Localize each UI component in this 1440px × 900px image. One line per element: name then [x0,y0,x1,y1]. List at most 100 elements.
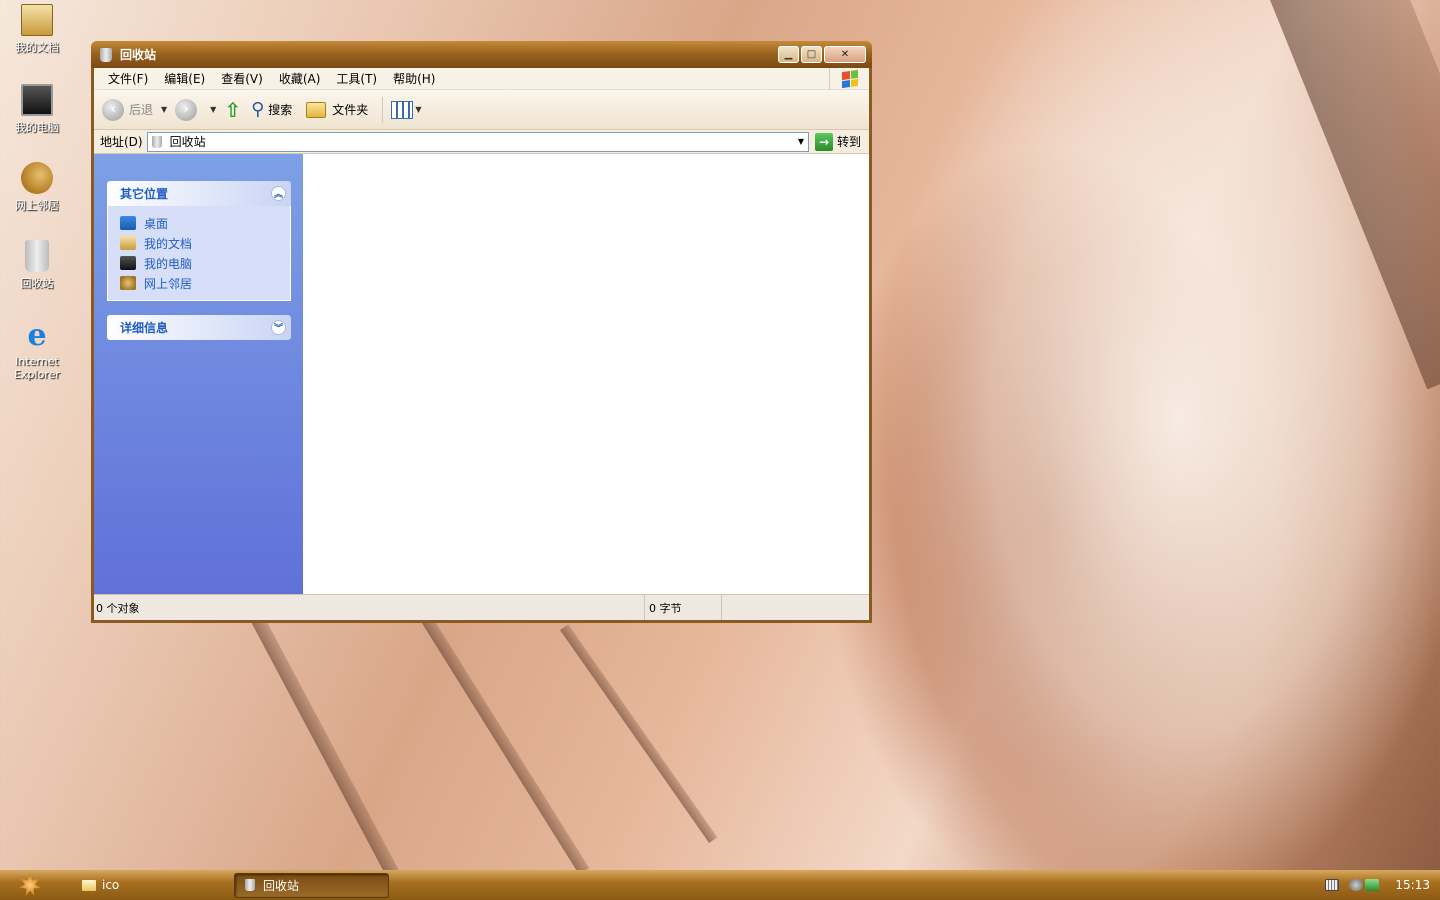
status-object-count: 0 个对象 [94,595,645,620]
link-my-computer[interactable]: 我的电脑 [120,253,290,273]
menu-bar: 文件(F) 编辑(E) 查看(V) 收藏(A) 工具(T) 帮助(H) [94,67,869,90]
start-button[interactable] [0,870,60,900]
taskbar: ico 回收站 15:13 [0,870,1440,900]
details-title: 详细信息 [120,321,169,335]
menu-favorites[interactable]: 收藏(A) [271,70,329,87]
views-dropdown-icon: ▼ [415,105,422,114]
standard-toolbar: ‹ 后退 ▼ › ▼ ⇧ ⚲ 搜索 文件夹 ▼ [94,90,869,130]
forward-button[interactable]: › [175,98,202,121]
desktop-icon-internet-explorer[interactable]: e Internet Explorer [8,318,66,382]
go-arrow-icon: → [814,132,833,151]
my-computer-icon [21,84,53,116]
collapse-icon[interactable]: ︽ [271,186,286,201]
windows-logo [829,67,869,90]
status-extra [722,595,869,620]
folder-icon [306,101,327,118]
quick-folder[interactable]: ico [82,878,232,892]
desktop-icon-my-documents[interactable]: 我的文档 [8,4,66,55]
status-size: 0 字节 [645,595,722,620]
desktop-icon-label: 我的文档 [15,41,59,54]
window-body: 文件(F) 编辑(E) 查看(V) 收藏(A) 工具(T) 帮助(H) ‹ 后退… [94,67,869,620]
other-places-header[interactable]: 其它位置 ︽ [107,181,291,206]
search-button[interactable]: ⚲ 搜索 [251,99,292,120]
desktop-icon [120,216,136,230]
close-button[interactable]: ✕ [824,46,866,63]
address-label: 地址(D) [100,135,143,149]
windows-flag-icon [841,69,858,88]
expand-icon[interactable]: ︾ [271,320,286,335]
recycle-bin-icon [100,47,112,62]
desktop-icon-label: 网上邻居 [15,199,59,212]
link-my-documents[interactable]: 我的文档 [120,233,290,253]
keyboard-icon[interactable] [1325,879,1340,891]
file-list-area[interactable] [303,154,869,596]
other-places-group: 其它位置 ︽ 桌面 我的文档 我的电脑 网上邻居 [107,181,291,301]
forward-arrow-icon: › [175,98,198,121]
folder-icon [82,879,96,891]
menu-edit[interactable]: 编辑(E) [156,70,213,87]
window-title: 回收站 [120,48,157,62]
up-folder-button[interactable]: ⇧ [224,98,241,122]
my-documents-icon [21,4,53,36]
search-icon: ⚲ [251,99,265,120]
forward-dropdown[interactable]: ▼ [210,105,216,114]
go-button[interactable]: → 转到 [809,132,869,151]
desktop-icon-label: 回收站 [20,277,54,290]
window-titlebar[interactable]: 回收站 ▁ □ ✕ [91,41,872,68]
maximize-button[interactable]: □ [801,46,822,63]
menu-tools[interactable]: 工具(T) [328,70,385,87]
my-computer-icon [120,256,136,270]
go-label: 转到 [836,135,861,149]
desktop-icon-label: 我的电脑 [15,121,59,134]
link-network-places[interactable]: 网上邻居 [120,273,290,293]
details-group: 详细信息 ︾ [107,315,291,340]
link-desktop[interactable]: 桌面 [120,213,290,233]
other-places-title: 其它位置 [120,187,169,201]
system-tray: 15:13 [1325,870,1440,900]
link-label: 桌面 [144,216,169,231]
wallpaper-tree [420,613,590,875]
wallpaper-tree [1270,0,1440,390]
address-dropdown[interactable]: ▼ [794,137,808,146]
recycle-bin-icon [245,879,255,891]
link-label: 我的电脑 [144,256,193,271]
address-value: 回收站 [169,135,206,149]
back-button[interactable]: ‹ 后退 [102,98,153,121]
address-bar: 地址(D) 回收站 ▼ → 转到 [94,130,869,154]
desktop-icon-network-places[interactable]: 网上邻居 [8,162,66,213]
recycle-bin-window: 回收站 ▁ □ ✕ 文件(F) 编辑(E) 查看(V) 收藏(A) 工具(T) … [91,41,872,623]
other-places-body: 桌面 我的文档 我的电脑 网上邻居 [107,206,291,301]
views-icon [391,100,414,119]
menu-help[interactable]: 帮助(H) [385,70,443,87]
desktop-icon-my-computer[interactable]: 我的电脑 [8,84,66,135]
my-documents-icon [120,236,136,250]
folders-label: 文件夹 [332,103,369,117]
minimize-button[interactable]: ▁ [778,46,799,63]
menu-file[interactable]: 文件(F) [100,70,156,87]
toolbar-separator [382,96,384,123]
search-label: 搜索 [268,103,293,117]
menu-view[interactable]: 查看(V) [213,70,271,87]
link-label: 我的文档 [144,236,193,251]
details-header[interactable]: 详细信息 ︾ [107,315,291,340]
recycle-bin-icon [151,135,162,148]
back-arrow-icon: ‹ [102,98,124,121]
task-pane: 其它位置 ︽ 桌面 我的文档 我的电脑 网上邻居 详细信息 ︾ [94,154,303,596]
wallpaper-tree [250,613,418,900]
address-field[interactable]: 回收站 ▼ [146,131,809,152]
network-places-icon [120,276,136,290]
network-status-icon[interactable] [1365,879,1380,891]
clock[interactable]: 15:13 [1395,878,1430,892]
folders-button[interactable]: 文件夹 [306,101,368,118]
network-icon[interactable] [1349,879,1364,891]
back-dropdown[interactable]: ▼ [161,105,167,114]
status-bar: 0 个对象 0 字节 [94,594,869,620]
window-controls: ▁ □ ✕ [778,46,866,63]
taskbar-button-recycle-bin[interactable]: 回收站 [234,872,389,898]
desktop-icon-recycle-bin[interactable]: 回收站 [8,240,66,291]
desktop-icon-label: Internet Explorer [14,355,60,381]
start-sun-icon [19,874,41,896]
recycle-bin-icon [25,240,49,272]
internet-explorer-icon: e [27,318,47,353]
views-button[interactable]: ▼ [391,100,422,119]
